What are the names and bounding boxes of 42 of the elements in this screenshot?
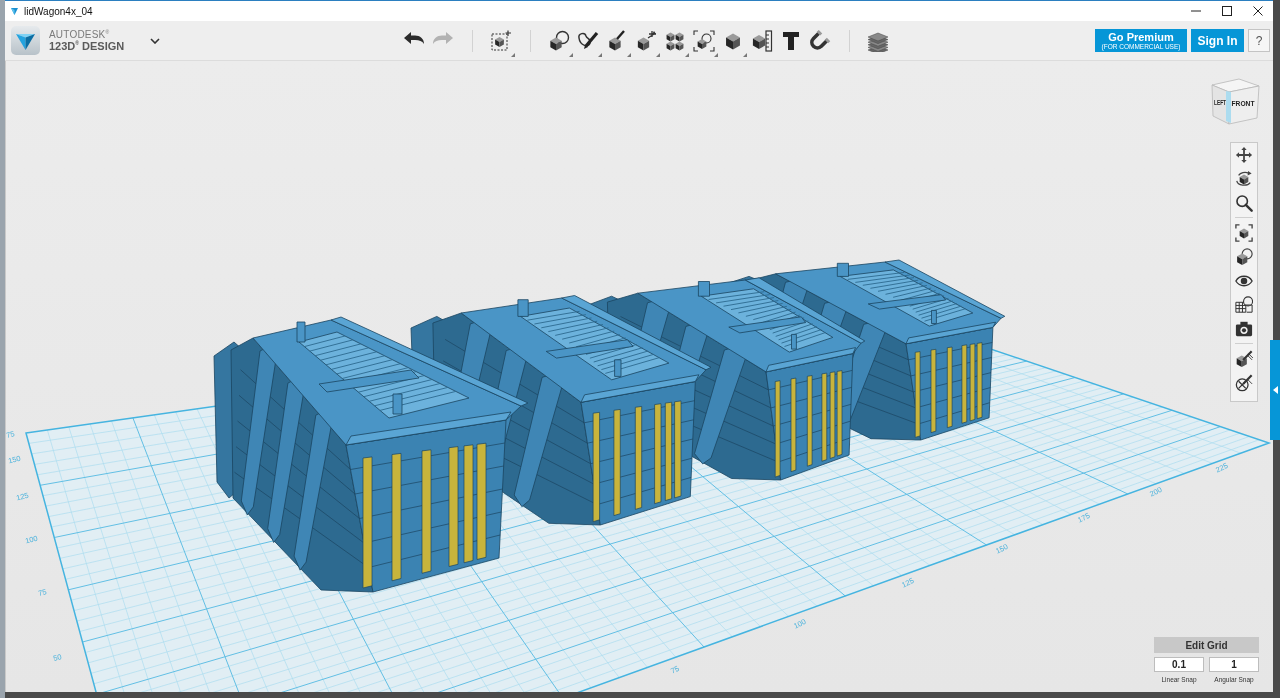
cube-and-circle-in-brackets-icon xyxy=(693,29,715,52)
panel-toggle-tab[interactable] xyxy=(1270,340,1280,440)
pencil-shape-icon xyxy=(577,29,599,52)
zoom-icon xyxy=(1235,194,1253,212)
navigation-button[interactable] xyxy=(1232,221,1256,245)
dropdown-triangle-icon xyxy=(511,52,515,57)
dropdown-triangle-icon xyxy=(656,52,660,57)
triangle-logo-icon[interactable] xyxy=(11,26,40,55)
dropdown-triangle-icon xyxy=(743,52,747,57)
cube-in-dashed-frame-icon xyxy=(490,29,512,52)
horseshoe-magnet-icon xyxy=(809,29,831,52)
letter-t-icon xyxy=(780,29,802,52)
cube-with-arrows-icon xyxy=(635,29,657,52)
dropdown-triangle-icon xyxy=(714,52,718,57)
cube-with-pencil-icon xyxy=(606,29,628,52)
app-logo-icon xyxy=(11,7,18,15)
snap-value-field[interactable]: 0.1 xyxy=(1154,657,1204,672)
edit-grid-button[interactable]: Edit Grid xyxy=(1154,637,1259,653)
layers-icon xyxy=(867,29,889,52)
brush-with-cross-icon xyxy=(1235,374,1253,392)
snap-value-field[interactable]: 1 xyxy=(1209,657,1259,672)
chevron-down-icon[interactable] xyxy=(150,37,161,44)
brand-company-text: AUTODESK$^{®}$ xyxy=(49,29,111,40)
cube-and-circle-icon xyxy=(548,29,570,52)
window-title: lidWagon4x_04 xyxy=(24,5,94,17)
material-grid-icon xyxy=(1235,296,1253,314)
orbit-icon xyxy=(1235,170,1253,188)
dropdown-triangle-icon xyxy=(598,52,602,57)
brand-product-text: 123D$^{®}$ DESIGN xyxy=(49,40,125,52)
close-icon xyxy=(1252,6,1263,16)
cube-with-ruler-icon xyxy=(751,29,773,52)
camera-icon xyxy=(1235,320,1253,338)
cube-and-circle-icon xyxy=(1235,248,1253,266)
left-triangle-icon xyxy=(1272,386,1278,394)
cube-in-brackets-icon xyxy=(1235,224,1253,242)
brush-icon xyxy=(1235,350,1253,368)
maximize-icon xyxy=(1221,6,1232,16)
dropdown-triangle-icon xyxy=(685,52,689,57)
dropdown-triangle-icon xyxy=(569,52,573,57)
dropdown-triangle-icon xyxy=(627,52,631,57)
move-arrows-icon xyxy=(1235,146,1253,164)
help-button[interactable]: ? xyxy=(1248,29,1270,52)
